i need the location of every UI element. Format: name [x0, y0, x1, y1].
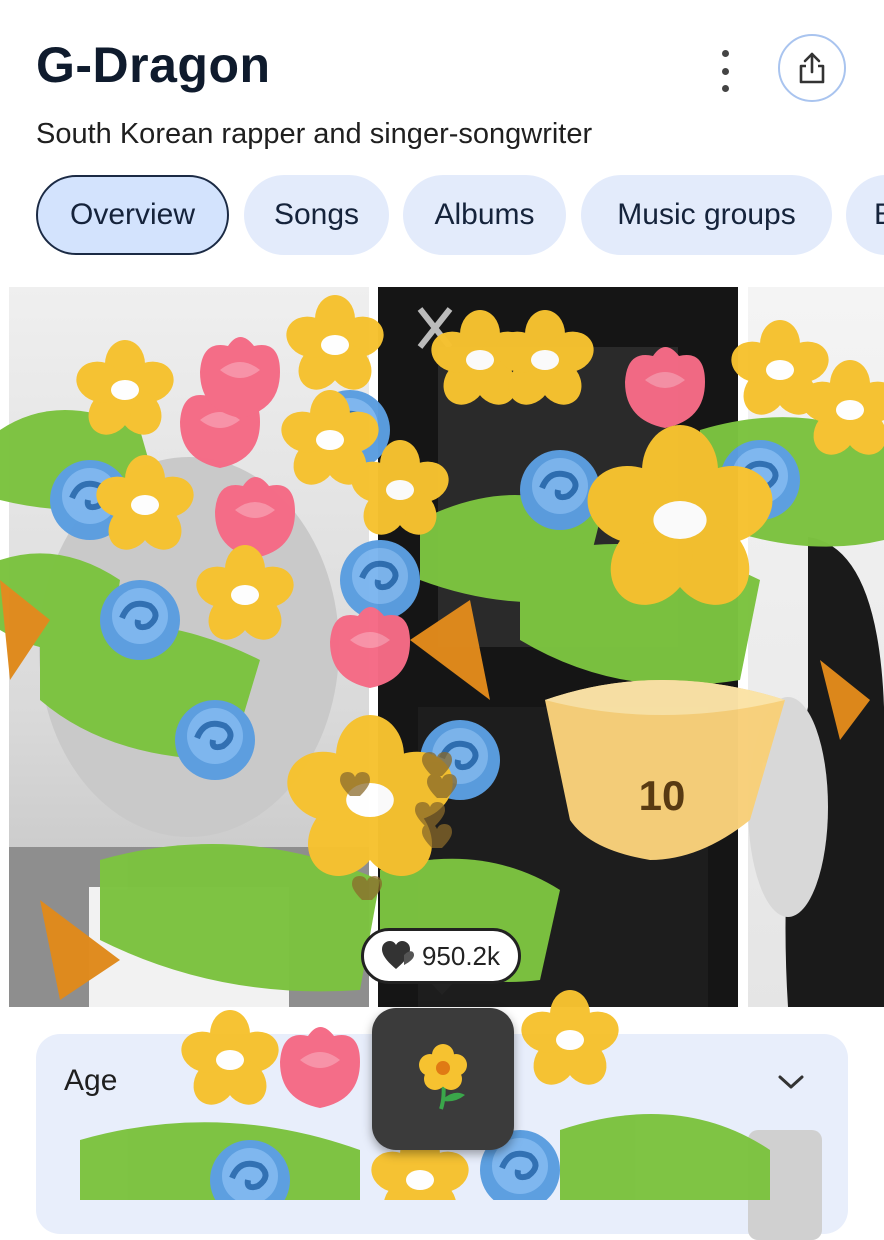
- page-title: G-Dragon: [36, 37, 271, 93]
- tab-music-groups[interactable]: Music groups: [581, 175, 832, 255]
- page-subtitle: South Korean rapper and singer-songwrite…: [36, 118, 593, 150]
- tab-overview[interactable]: Overview: [36, 175, 229, 255]
- likes-count: 950.2k: [421, 940, 501, 971]
- chevron-down-icon[interactable]: [776, 1072, 806, 1092]
- age-label: Age: [64, 1064, 118, 1097]
- flower-icon: [419, 1044, 467, 1110]
- share-icon: [799, 52, 825, 84]
- gallery-image-1[interactable]: [9, 287, 369, 1007]
- tab-songs[interactable]: Songs: [244, 175, 389, 255]
- tab-bar: Overview Songs Albums Music groups B: [36, 175, 884, 255]
- tab-albums[interactable]: Albums: [403, 175, 566, 255]
- send-flower-button[interactable]: [372, 1008, 514, 1150]
- hearts-icon: [381, 941, 414, 969]
- more-vert-icon[interactable]: [708, 50, 742, 92]
- gallery-image-3[interactable]: [748, 287, 884, 1007]
- thumbnail-image[interactable]: [748, 1130, 822, 1240]
- tab-next[interactable]: B: [846, 175, 884, 255]
- reaction-count-bubble: 950.2k: [361, 928, 521, 995]
- share-button[interactable]: [778, 34, 846, 102]
- image-gallery: [9, 287, 884, 1007]
- gallery-image-2[interactable]: [378, 287, 738, 1007]
